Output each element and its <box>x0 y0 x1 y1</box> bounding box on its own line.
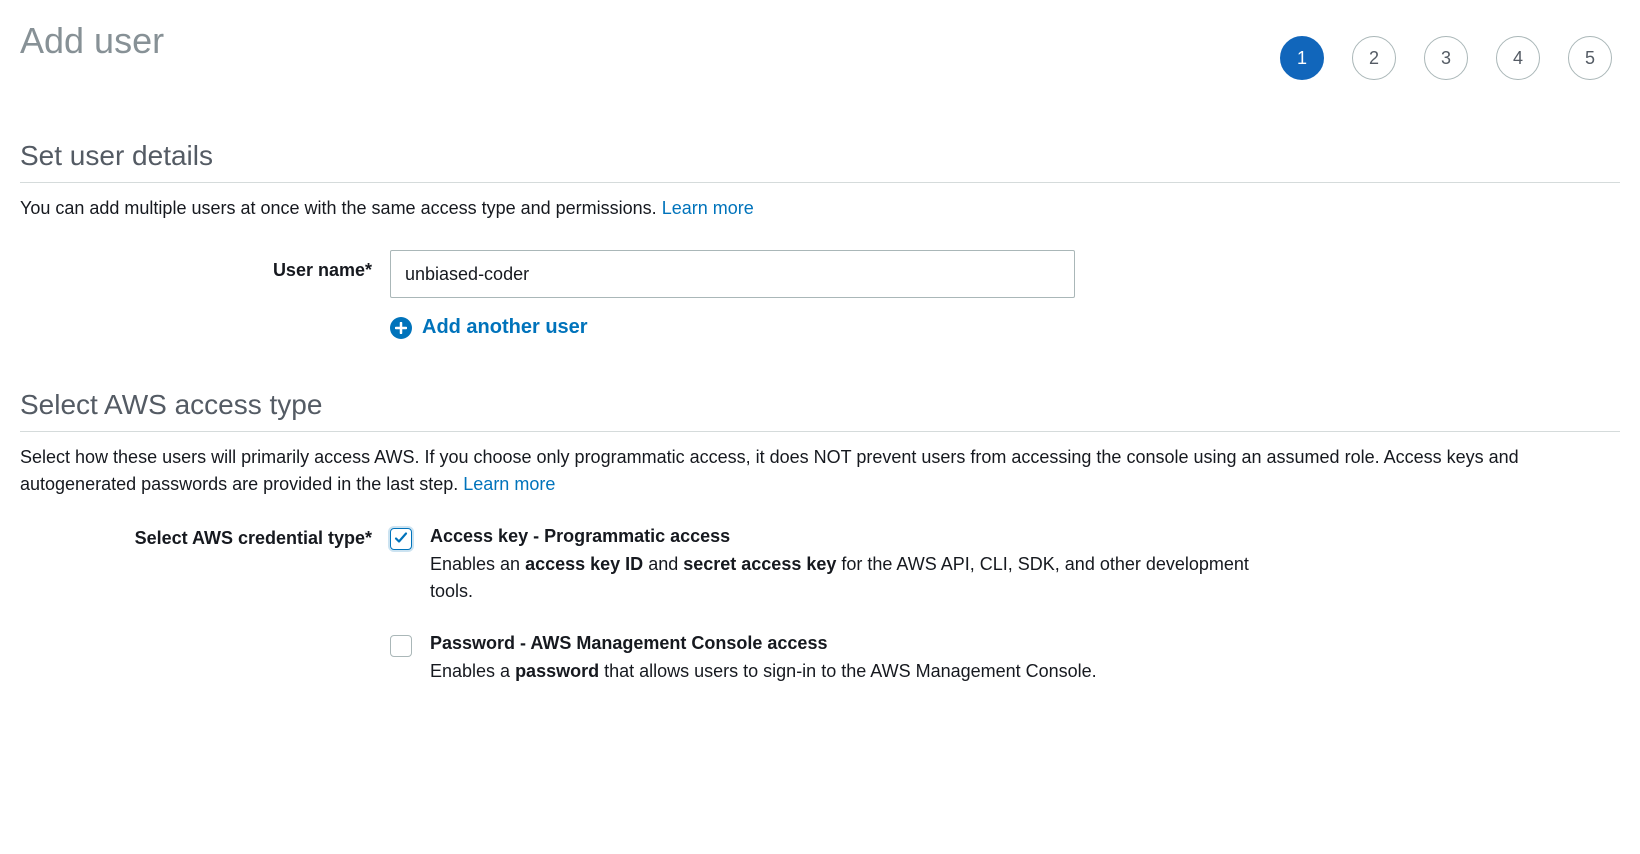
header-row: Add user 1 2 3 4 5 <box>20 20 1620 80</box>
add-another-user-button[interactable]: Add another user <box>390 316 1620 339</box>
learn-more-link-access-type[interactable]: Learn more <box>463 474 555 494</box>
username-input[interactable] <box>390 250 1075 298</box>
credential-type-label-empty <box>20 633 390 635</box>
section-desc-user-details: You can add multiple users at once with … <box>20 195 1620 222</box>
username-label: User name* <box>20 250 390 281</box>
credential-option-row-password: Password - AWS Management Console access… <box>20 633 1620 685</box>
desc-text: Select how these users will primarily ac… <box>20 447 1519 494</box>
section-desc-access-type: Select how these users will primarily ac… <box>20 444 1620 498</box>
check-icon <box>394 531 408 548</box>
checkbox-password[interactable] <box>390 635 412 657</box>
option-password-col: Password - AWS Management Console access… <box>390 633 1097 685</box>
learn-more-link-user-details[interactable]: Learn more <box>662 198 754 218</box>
username-row: User name* Add another user <box>20 250 1620 339</box>
section-title-access-type: Select AWS access type <box>20 389 1620 432</box>
step-1[interactable]: 1 <box>1280 36 1324 80</box>
plus-circle-icon <box>390 317 412 339</box>
option-title-password: Password - AWS Management Console access <box>430 633 1097 654</box>
desc-text: You can add multiple users at once with … <box>20 198 662 218</box>
section-title-user-details: Set user details <box>20 140 1620 183</box>
page-title: Add user <box>20 20 164 62</box>
username-input-col: Add another user <box>390 250 1620 339</box>
option-text-password: Password - AWS Management Console access… <box>430 633 1097 685</box>
add-another-user-label: Add another user <box>422 316 588 339</box>
step-3[interactable]: 3 <box>1424 36 1468 80</box>
option-title-access-key: Access key - Programmatic access <box>430 526 1250 547</box>
step-2[interactable]: 2 <box>1352 36 1396 80</box>
section-access-type: Select AWS access type Select how these … <box>20 389 1620 685</box>
wizard-stepper: 1 2 3 4 5 <box>1280 36 1612 80</box>
step-4[interactable]: 4 <box>1496 36 1540 80</box>
credential-option-row-access-key: Select AWS credential type* Access key -… <box>20 526 1620 605</box>
option-desc-password: Enables a password that allows users to … <box>430 658 1097 685</box>
checkbox-access-key[interactable] <box>390 528 412 550</box>
option-desc-access-key: Enables an access key ID and secret acce… <box>430 551 1250 605</box>
option-access-key-col: Access key - Programmatic access Enables… <box>390 526 1250 605</box>
credential-type-label: Select AWS credential type* <box>20 526 390 549</box>
option-text-access-key: Access key - Programmatic access Enables… <box>430 526 1250 605</box>
section-user-details: Set user details You can add multiple us… <box>20 140 1620 339</box>
step-5[interactable]: 5 <box>1568 36 1612 80</box>
